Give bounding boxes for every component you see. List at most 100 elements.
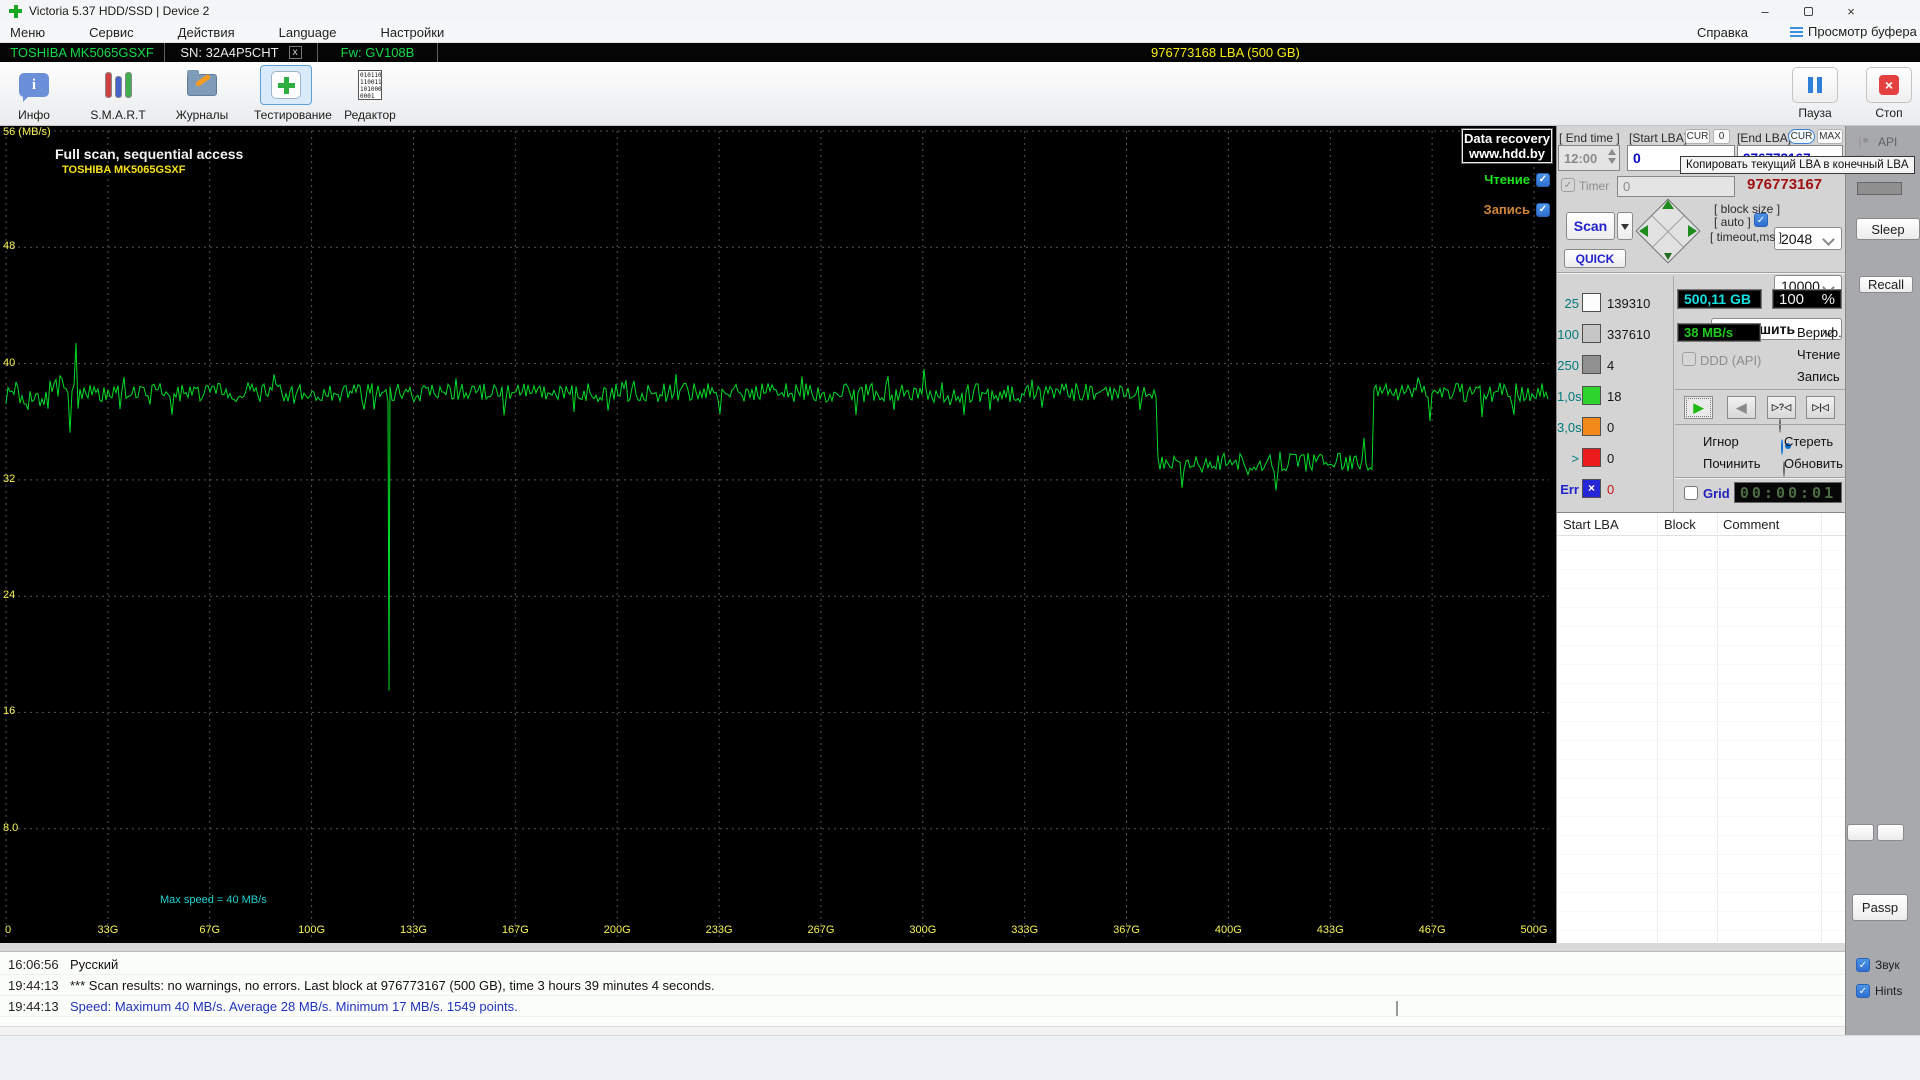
title-bar: Victoria 5.37 HDD/SSD | Device 2 <box>0 0 1920 22</box>
end-lba-label: [End LBA] <box>1737 131 1791 145</box>
toolbar-button-Тестирование[interactable]: Тестирование <box>254 65 318 122</box>
menu-item-Настройки[interactable]: Настройки <box>380 25 444 40</box>
log-scrollbar[interactable] <box>0 1026 1845 1035</box>
x-tick-label: 200G <box>604 924 631 936</box>
menu-item-Сервис[interactable]: Сервис <box>89 25 134 40</box>
block-size-label: [ block size ] <box>1714 202 1780 216</box>
table-header-Block: Block <box>1664 517 1696 532</box>
scan-dropdown-button[interactable] <box>1617 212 1633 240</box>
log-message: *** Scan results: no warnings, no errors… <box>70 978 715 993</box>
close-button[interactable]: × <box>1836 0 1866 22</box>
api-radio[interactable] <box>1859 134 1861 150</box>
error-label-Починить: Починить <box>1703 456 1761 471</box>
playback-seek-end[interactable]: ▷|◁ <box>1806 396 1835 419</box>
error-label-Стереть: Стереть <box>1784 434 1833 449</box>
log-row: 16:06:56Русский <box>0 954 1845 975</box>
arrow-down-icon[interactable] <box>1664 253 1672 260</box>
counter-swatch <box>1582 386 1601 405</box>
device-model-tab[interactable]: TOSHIBA MK5065GSXF <box>0 43 165 62</box>
toolbar-button-label: Инфо <box>2 108 66 122</box>
auto-checkbox[interactable]: ✓ <box>1754 213 1768 227</box>
timer-checkbox[interactable]: ✓ <box>1561 178 1575 192</box>
block-size-select[interactable]: 2048 <box>1774 227 1842 250</box>
tab-close-icon[interactable]: x <box>289 46 302 59</box>
stop-button[interactable]: × <box>1866 67 1912 103</box>
grid-checkbox[interactable] <box>1684 486 1698 500</box>
end-lba-cur-button[interactable]: CUR <box>1788 129 1815 144</box>
small-button-1[interactable] <box>1847 824 1874 841</box>
sound-checkbox[interactable]: ✓ <box>1856 958 1870 972</box>
buffer-view-button[interactable]: Просмотр буфера <box>1790 24 1917 39</box>
legend-checkbox[interactable]: ✓ <box>1536 203 1550 217</box>
y-tick-label: 32 <box>3 473 15 485</box>
counter-value: 4 <box>1607 358 1614 373</box>
scan-button[interactable]: Scan <box>1566 212 1615 240</box>
playback-play[interactable]: ▶ <box>1684 396 1713 419</box>
start-lba-zero-button[interactable]: 0 <box>1713 129 1730 144</box>
quick-button[interactable]: QUICK <box>1564 249 1626 268</box>
x-tick-label: 233G <box>706 924 733 936</box>
current-lba-value: 976773167 <box>1747 176 1822 193</box>
end-time-spinner[interactable]: 12:00 <box>1558 145 1620 171</box>
mode-label-Чтение: Чтение <box>1797 347 1840 362</box>
maximize-button[interactable] <box>1793 0 1823 22</box>
graph-title: Full scan, sequential access <box>55 146 243 162</box>
x-tick-label: 433G <box>1317 924 1344 936</box>
x-tick-label: 0 <box>5 924 11 936</box>
menu-item-Language[interactable]: Language <box>279 25 337 40</box>
toolbar-button-iconbox <box>260 65 312 105</box>
y-tick-label: 16 <box>3 705 15 717</box>
sleep-button[interactable]: Sleep <box>1856 218 1920 240</box>
y-tick-label: 48 <box>3 240 15 252</box>
hints-checkbox[interactable]: ✓ <box>1856 984 1870 998</box>
seek-pad[interactable] <box>1635 198 1701 264</box>
editor-icon: 010110 110011 101000 0001 <box>358 70 382 100</box>
playback-back[interactable]: ◀ <box>1727 396 1756 419</box>
passp-button[interactable]: Passp <box>1852 894 1908 921</box>
end-lba-max-button[interactable]: MAX <box>1817 129 1843 144</box>
arrow-up-icon[interactable] <box>1662 200 1674 209</box>
toolbar-button-Инфо[interactable]: iИнфо <box>2 65 66 122</box>
pause-button[interactable] <box>1792 67 1838 103</box>
playback-seek-error[interactable]: ▷?◁ <box>1767 396 1796 419</box>
start-lba-cur-button[interactable]: CUR <box>1685 129 1710 144</box>
y-tick-label: 56 (MB/s) <box>3 126 51 138</box>
arrow-left-icon[interactable] <box>1639 225 1648 237</box>
column-divider <box>1657 513 1658 944</box>
device-bar: TOSHIBA MK5065GSXF SN: 32A4P5CHT x Fw: G… <box>0 43 1920 62</box>
column-divider <box>1821 513 1822 944</box>
minimize-button[interactable]: – <box>1750 0 1780 22</box>
test-icon <box>271 71 301 99</box>
mode-radio-Чтение[interactable] <box>1781 439 1783 455</box>
device-model: TOSHIBA MK5065GSXF <box>10 45 154 60</box>
spinner-arrows-icon[interactable] <box>1608 149 1616 164</box>
seek-error-icon: ▷?◁ <box>1772 402 1791 413</box>
table-header-Start LBA: Start LBA <box>1563 517 1619 532</box>
seek-end-icon: ▷|◁ <box>1812 402 1828 413</box>
small-button-2[interactable] <box>1877 824 1904 841</box>
log-area[interactable]: 16:06:56Русский 19:44:13*** Scan results:… <box>0 951 1845 1035</box>
ddd-api-checkbox[interactable] <box>1682 352 1696 366</box>
menu-item-Меню[interactable]: Меню <box>10 25 45 40</box>
legend-label: Чтение <box>1484 172 1530 187</box>
legend-Запись: Запись✓ <box>1484 202 1550 217</box>
timer-input[interactable]: 0 <box>1617 176 1735 197</box>
menu-item-help[interactable]: Справка <box>1697 25 1748 40</box>
menu-item-Действия[interactable]: Действия <box>178 25 235 40</box>
toolbar-button-Редактор[interactable]: 010110 110011 101000 0001 Редактор <box>338 65 402 122</box>
device-serial-tab[interactable]: SN: 32A4P5CHT x <box>165 43 318 62</box>
back-icon: ◀ <box>1737 400 1747 416</box>
counter-value: 139310 <box>1607 296 1650 311</box>
device-firmware-tab[interactable]: Fw: GV108B <box>318 43 438 62</box>
defect-table[interactable]: Start LBABlockComment <box>1557 512 1846 943</box>
taskbar: Поиск → ^ РУС 19:51 03.02.2026 <box>0 1035 1920 1080</box>
legend-checkbox[interactable]: ✓ <box>1536 173 1550 187</box>
pause-label: Пауза <box>1780 106 1850 120</box>
toolbar-button-label: Редактор <box>338 108 402 122</box>
arrow-right-icon[interactable] <box>1688 225 1697 237</box>
log-time: 19:44:13 <box>0 978 70 993</box>
recall-button[interactable]: Recall <box>1859 276 1913 293</box>
toolbar-button-Журналы[interactable]: Журналы <box>170 65 234 122</box>
toolbar-button-S.M.A.R.T[interactable]: S.M.A.R.T <box>86 65 150 122</box>
log-message: Speed: Maximum 40 MB/s. Average 28 MB/s.… <box>70 999 518 1014</box>
